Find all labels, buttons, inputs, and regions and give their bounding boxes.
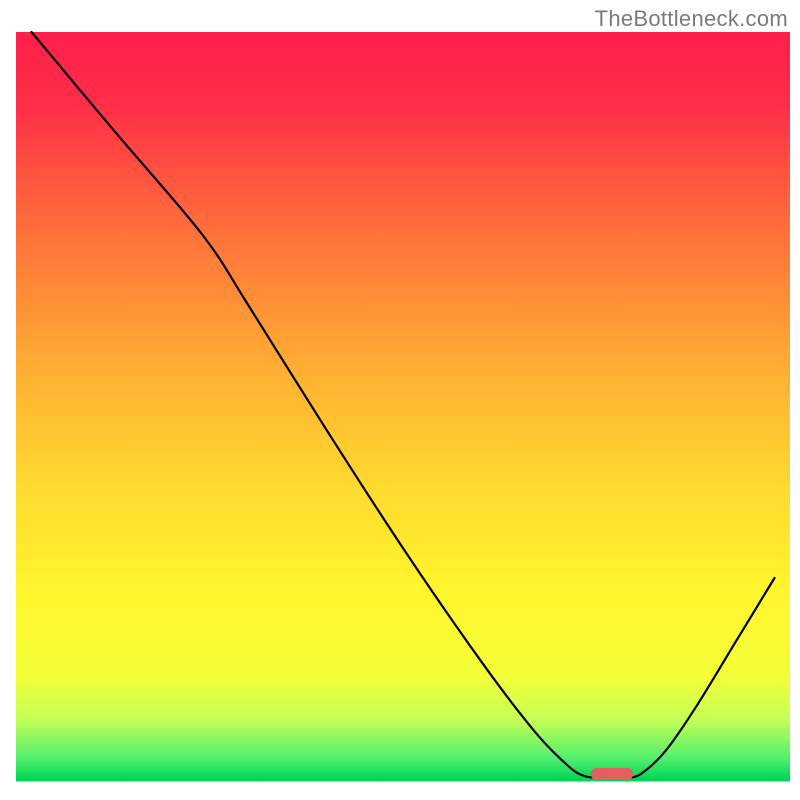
bottleneck-chart xyxy=(0,0,800,800)
gradient-background xyxy=(16,32,790,780)
optimal-marker xyxy=(591,768,634,780)
chart-stage: TheBottleneck.com xyxy=(0,0,800,800)
